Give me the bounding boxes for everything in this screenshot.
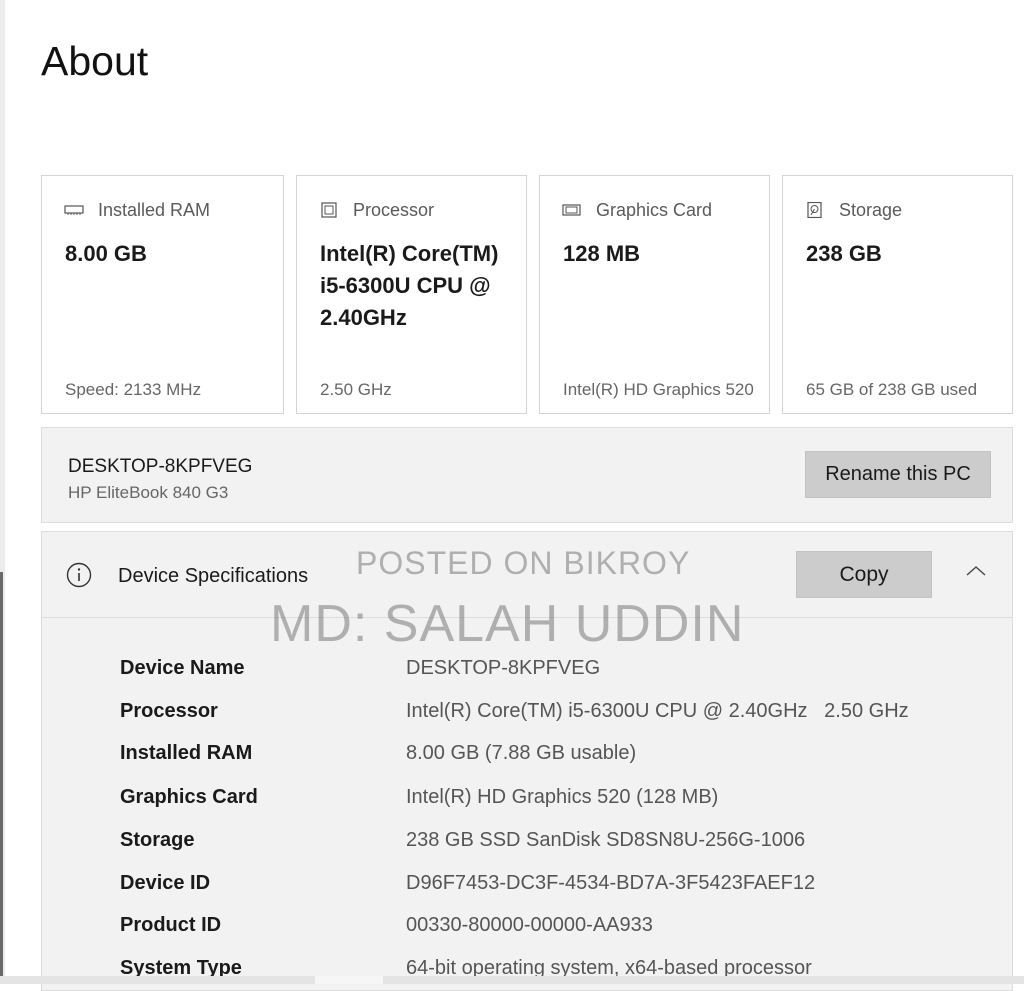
- bottom-edge-highlight: [315, 976, 383, 984]
- spec-label: Installed RAM: [120, 742, 253, 764]
- spec-row: Installed RAM 8.00 GB (7.88 GB usable): [42, 742, 1012, 772]
- processor-icon: [321, 202, 337, 218]
- card-subtitle: Speed: 2133 MHz: [65, 380, 202, 399]
- card-value: 128 MB: [563, 241, 641, 266]
- spec-value: 8.00 GB (7.88 GB usable): [406, 742, 637, 764]
- spec-value: Intel(R) Core(TM) i5-6300U CPU @ 2.40GHz…: [406, 700, 909, 722]
- spec-value: D96F7453-DC3F-4534-BD7A-3F5423FAEF12: [406, 872, 816, 894]
- info-icon: [66, 562, 92, 588]
- spec-row: Storage 238 GB SSD SanDisk SD8SN8U-256G-…: [42, 829, 1012, 859]
- bottom-edge: [0, 976, 1024, 984]
- copy-button[interactable]: Copy: [796, 551, 932, 598]
- spec-label: Storage: [120, 829, 195, 851]
- card-value: Intel(R) Core(TM) i5-6300U CPU @ 2.40GHz: [320, 241, 499, 330]
- card-title: Storage: [839, 200, 903, 220]
- spec-label: Device ID: [120, 872, 211, 894]
- spec-label: Graphics Card: [120, 786, 258, 808]
- graphics-card-icon: [562, 204, 581, 216]
- pc-model: HP EliteBook 840 G3: [68, 483, 229, 502]
- spec-label: Processor: [120, 700, 218, 722]
- card-storage: Storage 238 GB 65 GB of 238 GB used: [782, 175, 1013, 414]
- device-specifications-title: Device Specifications: [118, 565, 309, 587]
- spec-row: Device ID D96F7453-DC3F-4534-BD7A-3F5423…: [42, 872, 1012, 902]
- card-value: 8.00 GB: [65, 241, 147, 266]
- page-title: About: [41, 38, 149, 84]
- card-title: Graphics Card: [596, 200, 713, 220]
- card-value: 238 GB: [806, 241, 882, 266]
- spec-value: 238 GB SSD SanDisk SD8SN8U-256G-1006: [406, 829, 806, 851]
- device-specifications-panel: Device Specifications Copy Device Name D…: [41, 531, 1013, 991]
- pc-name-panel: DESKTOP-8KPFVEG HP EliteBook 840 G3 Rena…: [41, 427, 1013, 523]
- card-title: Processor: [353, 200, 435, 220]
- card-installed-ram: Installed RAM 8.00 GB Speed: 2133 MHz: [41, 175, 284, 414]
- card-subtitle: Intel(R) HD Graphics 520: [563, 380, 754, 399]
- spec-row: Graphics Card Intel(R) HD Graphics 520 (…: [42, 786, 1012, 816]
- card-title: Installed RAM: [98, 200, 211, 220]
- rename-pc-button[interactable]: Rename this PC: [805, 451, 991, 498]
- device-specifications-header[interactable]: Device Specifications Copy: [42, 532, 1012, 618]
- spec-value: 00330-80000-00000-AA933: [406, 914, 653, 936]
- storage-icon: [807, 202, 822, 218]
- spec-row: Product ID 00330-80000-00000-AA933: [42, 914, 1012, 944]
- spec-value: Intel(R) HD Graphics 520 (128 MB): [406, 786, 719, 808]
- card-subtitle: 65 GB of 238 GB used: [806, 380, 978, 399]
- spec-value: DESKTOP-8KPFVEG: [406, 657, 601, 679]
- card-subtitle: 2.50 GHz: [320, 380, 392, 399]
- card-processor: Processor Intel(R) Core(TM) i5-6300U CPU…: [296, 175, 527, 414]
- spec-row: Processor Intel(R) Core(TM) i5-6300U CPU…: [42, 700, 1012, 730]
- card-graphics: Graphics Card 128 MB Intel(R) HD Graphic…: [539, 175, 770, 414]
- ram-icon: [64, 205, 84, 215]
- spec-label: Device Name: [120, 657, 245, 679]
- pc-name: DESKTOP-8KPFVEG: [68, 456, 253, 477]
- spec-row: Device Name DESKTOP-8KPFVEG: [42, 657, 1012, 687]
- window-left-shadow: [0, 572, 3, 977]
- spec-label: Product ID: [120, 914, 222, 936]
- chevron-up-icon[interactable]: [964, 563, 988, 579]
